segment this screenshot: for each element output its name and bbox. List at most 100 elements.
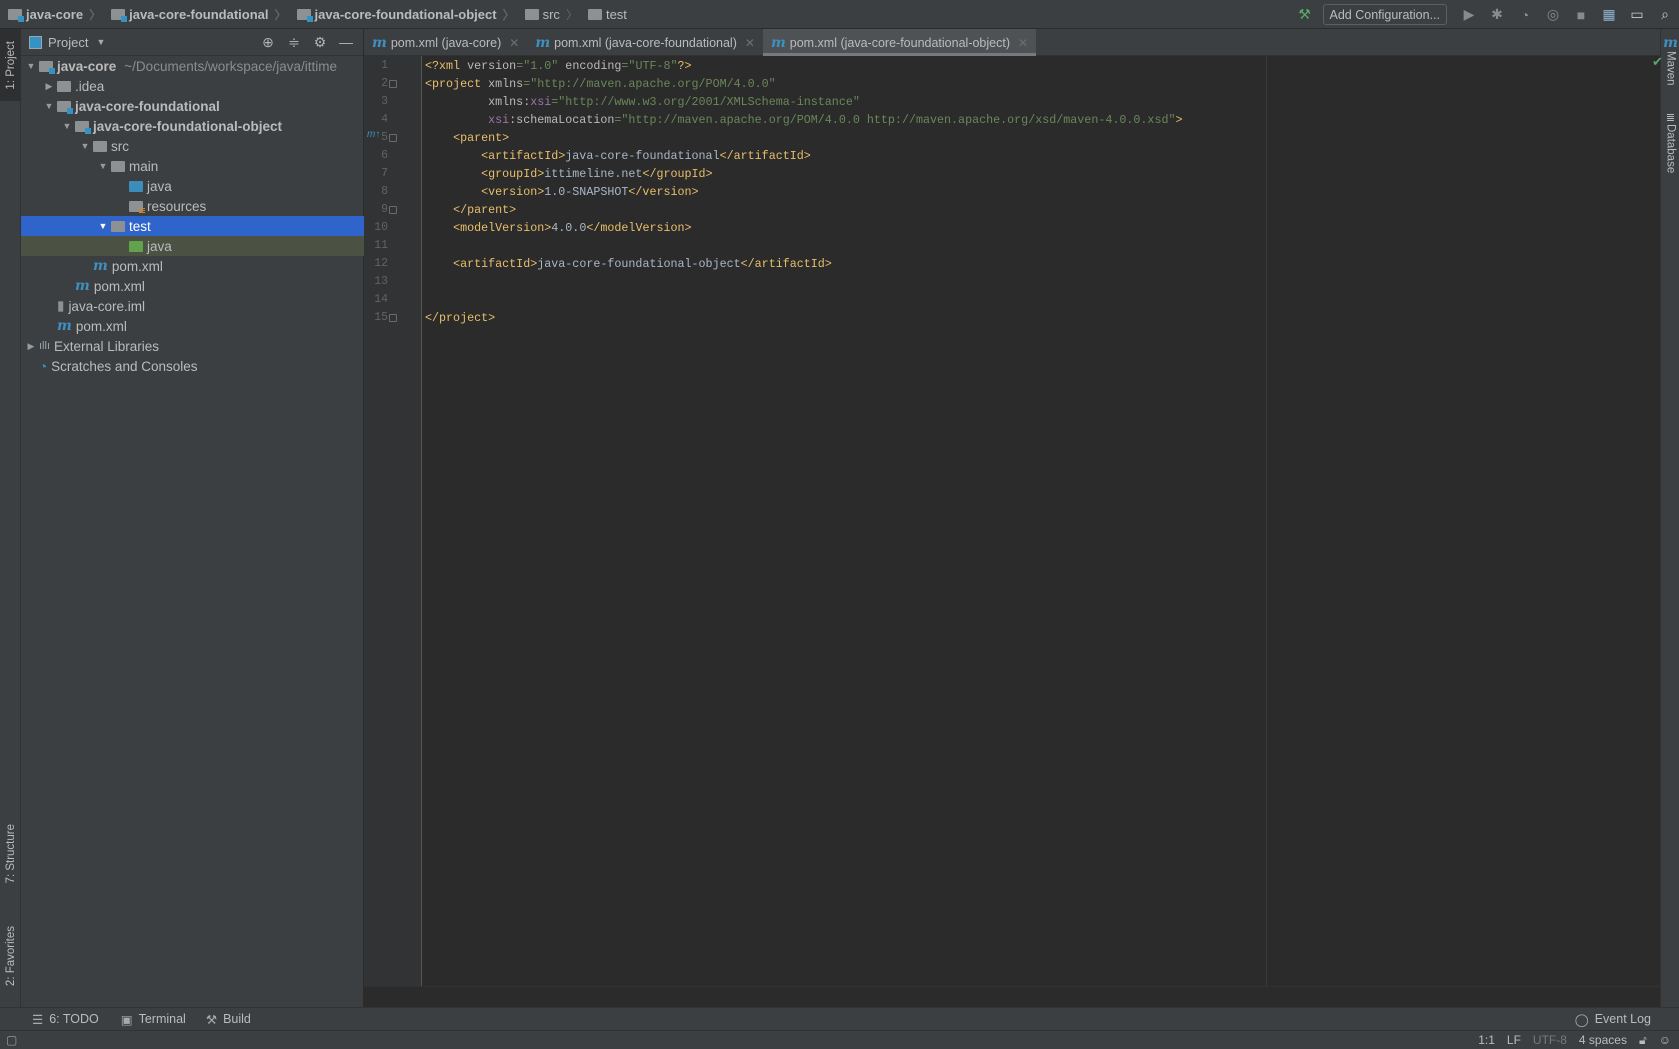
horizontal-scrollbar[interactable]	[364, 986, 1660, 1007]
hide-panel-icon[interactable]: —	[335, 34, 357, 51]
code-token: ="1.0"	[516, 59, 559, 73]
debug-icon[interactable]: ✱	[1485, 5, 1509, 25]
fold-marker-icon[interactable]	[389, 314, 397, 322]
fold-marker-icon[interactable]	[389, 206, 397, 214]
tree-node-label: External Libraries	[54, 338, 160, 354]
maven-icon: m	[372, 34, 387, 51]
line-number: 4	[381, 113, 388, 126]
chevron-right-icon[interactable]: ▶	[23, 341, 39, 352]
tree-node[interactable]: ▼ src	[21, 136, 364, 156]
run-icon[interactable]: ▶	[1457, 5, 1481, 25]
code-token: </parent>	[453, 203, 517, 217]
chevron-down-icon[interactable]: ▼	[95, 221, 111, 231]
line-number: 6	[381, 149, 388, 162]
tree-node[interactable]: m pom.xml	[21, 256, 364, 276]
tree-node[interactable]: ▮ java-core.iml	[21, 296, 364, 316]
read-only-lock-icon[interactable]: 🔓︎	[1639, 1033, 1647, 1048]
code-token: :schemaLocation	[509, 113, 615, 127]
tool-tab-maven[interactable]: m Maven	[1661, 35, 1679, 86]
line-number: 12	[374, 257, 388, 270]
code-line: <version>1.0-SNAPSHOT</version>	[425, 183, 698, 201]
code-token: 1.0-SNAPSHOT	[544, 185, 629, 199]
tool-tab-event-log[interactable]: ◯ Event Log	[1575, 1012, 1651, 1027]
code-token: ="http://maven.apache.org/POM/4.0.0"	[523, 77, 776, 91]
toggle-tool-windows-icon[interactable]: ▢	[6, 1033, 17, 1047]
tab-label: pom.xml (java-core)	[390, 35, 502, 50]
line-number: 10	[374, 221, 388, 234]
no-problems-check-icon: ✔	[1652, 54, 1663, 69]
chevron-right-icon[interactable]: ▶	[41, 81, 57, 92]
profile-icon[interactable]: ◎	[1541, 5, 1565, 25]
inspector-icon[interactable]: ☺	[1659, 1033, 1671, 1047]
locate-file-icon[interactable]: ⊕	[257, 34, 279, 51]
editor-tab[interactable]: m pom.xml (java-core-foundational) ✕	[527, 29, 763, 56]
maven-parent-gutter-icon[interactable]: m↑	[367, 129, 380, 140]
editor-tab[interactable]: m pom.xml (java-core) ✕	[364, 29, 527, 56]
tool-tab-build[interactable]: ⚒ Build	[206, 1012, 251, 1027]
code-token: xmlns	[488, 77, 524, 91]
tool-tab-project[interactable]: 1: Project	[0, 29, 21, 101]
line-number: 3	[381, 95, 388, 108]
breadcrumb-item[interactable]: java-core-foundational-object 〉	[296, 6, 521, 23]
tree-node[interactable]: ▶ ıllı External Libraries	[21, 336, 364, 356]
tree-node[interactable]: java	[21, 176, 364, 196]
collapse-all-icon[interactable]: ≑	[283, 34, 305, 51]
tree-node[interactable]: m pom.xml	[21, 316, 364, 336]
tree-node[interactable]: ▼ java-core-foundational	[21, 96, 364, 116]
gear-icon[interactable]: ⚙	[309, 34, 331, 51]
tree-node[interactable]: resources	[21, 196, 364, 216]
tool-tab-structure[interactable]: 7: Structure	[0, 809, 21, 899]
maven-icon: m	[93, 258, 108, 274]
close-tab-icon[interactable]: ✕	[1018, 36, 1028, 50]
tree-node[interactable]: ▼ java-core ~/Documents/workspace/java/itt…	[21, 56, 364, 76]
chevron-down-icon[interactable]: ▼	[95, 161, 111, 171]
tool-tab-database[interactable]: ≣ Database	[1661, 111, 1679, 173]
build-hammer-icon[interactable]: ⚒	[1293, 5, 1317, 25]
indent-setting[interactable]: 4 spaces	[1579, 1033, 1627, 1047]
project-view-selector[interactable]: Project	[48, 35, 88, 50]
project-panel-header: Project ▼ ⊕ ≑ ⚙ —	[21, 29, 363, 56]
line-number: 13	[374, 275, 388, 288]
stop-icon[interactable]: ■	[1569, 5, 1593, 25]
breadcrumb-item[interactable]: test	[587, 7, 627, 22]
line-separator[interactable]: LF	[1507, 1033, 1521, 1047]
chevron-down-icon[interactable]: ▼	[96, 37, 105, 47]
tab-label: pom.xml (java-core-foundational-object)	[789, 35, 1010, 50]
file-encoding[interactable]: UTF-8	[1533, 1033, 1567, 1047]
chevron-down-icon[interactable]: ▼	[23, 61, 39, 71]
code-token: </artifactId>	[740, 257, 832, 271]
breadcrumb-item[interactable]: src 〉	[524, 6, 584, 23]
tree-node[interactable]: m pom.xml	[21, 276, 364, 296]
line-number: 1	[381, 59, 388, 72]
fold-marker-icon[interactable]	[389, 80, 397, 88]
chevron-down-icon[interactable]: ▼	[59, 121, 75, 131]
breadcrumb-item[interactable]: java-core 〉	[8, 6, 107, 23]
chevron-down-icon[interactable]: ▼	[41, 101, 57, 111]
editor-tab[interactable]: m pom.xml (java-core-foundational-object)…	[762, 29, 1037, 56]
project-structure-icon[interactable]: ▦	[1597, 5, 1621, 25]
close-tab-icon[interactable]: ✕	[509, 36, 519, 50]
code-editor[interactable]: 1 2 3 4 5 m↑ 6 7 8 9 10 11 12 13 14 15 <?xml version="1…	[364, 54, 1663, 1007]
tree-node[interactable]: ▼ main	[21, 156, 364, 176]
tree-node[interactable]: java	[21, 236, 364, 256]
maven-icon: m	[770, 34, 786, 51]
chevron-down-icon[interactable]: ▼	[77, 141, 93, 151]
terminal-window-icon[interactable]: ▭	[1625, 5, 1649, 25]
tool-tab-terminal[interactable]: ▣ Terminal	[121, 1012, 186, 1027]
tool-tab-favorites[interactable]: 2: Favorites	[0, 909, 21, 1004]
coverage-icon[interactable]: ◔	[1513, 5, 1537, 25]
tree-node[interactable]: ▼ test	[21, 216, 364, 236]
caret-position[interactable]: 1:1	[1478, 1033, 1495, 1047]
tree-node[interactable]: ◔ Scratches and Consoles	[21, 356, 364, 376]
tree-node[interactable]: ▼ java-core-foundational-object	[21, 116, 364, 136]
add-configuration-button[interactable]: Add Configuration...	[1322, 4, 1447, 25]
code-token: >	[1175, 113, 1183, 127]
tree-node[interactable]: ▶ .idea	[21, 76, 364, 96]
search-icon[interactable]: ⌕	[1653, 5, 1677, 25]
code-line: </parent>	[425, 201, 516, 219]
close-tab-icon[interactable]: ✕	[745, 36, 755, 50]
fold-marker-icon[interactable]	[389, 134, 397, 142]
tool-tab-todo[interactable]: ☰ 6: TODO	[32, 1012, 99, 1027]
breadcrumb-item[interactable]: java-core-foundational 〉	[111, 6, 292, 23]
